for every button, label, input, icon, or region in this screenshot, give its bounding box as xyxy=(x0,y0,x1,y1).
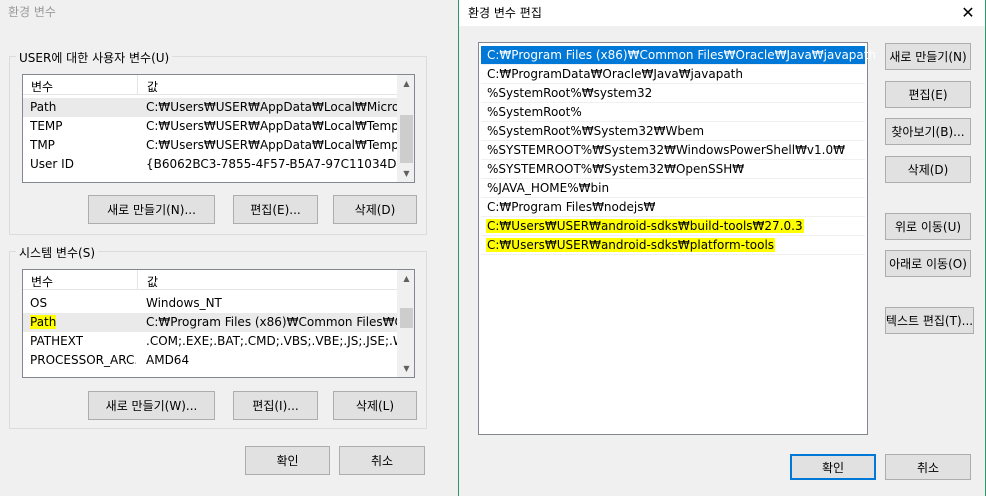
table-row[interactable]: PATHEXT .COM;.EXE;.BAT;.CMD;.VBS;.VBE;.J… xyxy=(23,332,398,351)
var-value: AMD64 xyxy=(146,353,190,367)
user-variables-group: USER에 대한 사용자 변수(U) 변수 값 Path C:₩Users₩US… xyxy=(9,49,427,235)
path-text: %SYSTEMROOT%₩System32₩WindowsPowerShell₩… xyxy=(487,143,845,157)
list-item[interactable]: C:₩ProgramData₩Oracle₩Java₩javapath xyxy=(481,65,865,84)
vertical-scrollbar[interactable]: ▲ ▼ xyxy=(397,75,414,182)
list-item[interactable]: %SystemRoot% xyxy=(481,103,865,122)
list-item[interactable]: %SYSTEMROOT%₩System32₩OpenSSH₩ xyxy=(481,160,865,179)
var-value: C:₩Program Files (x86)₩Common Files₩Or..… xyxy=(146,315,398,329)
column-variable[interactable]: 변수 xyxy=(31,78,53,95)
var-name: OS xyxy=(30,296,48,310)
system-variables-group: 시스템 변수(S) 변수 값 OS Windows_NT Path C:₩Pro… xyxy=(9,244,427,429)
system-new-button[interactable]: 새로 만들기(W)... xyxy=(88,391,215,420)
table-row[interactable]: User ID {B6062BC3-7855-4F57-B5A7-97C1103… xyxy=(23,155,398,174)
title-bar[interactable]: 환경 변수 편집 ✕ xyxy=(459,0,985,26)
var-name: Path xyxy=(30,100,57,114)
list-item[interactable]: C:₩Program Files₩nodejs₩ xyxy=(481,198,865,217)
system-delete-button[interactable]: 삭제(L) xyxy=(333,391,417,420)
user-delete-button[interactable]: 삭제(D) xyxy=(333,195,417,224)
table-row[interactable]: TMP C:₩Users₩USER₩AppData₩Local₩Temp xyxy=(23,136,398,155)
user-variables-list[interactable]: 변수 값 Path C:₩Users₩USER₩AppData₩Local₩Mi… xyxy=(22,74,415,183)
path-text: C:₩Program Files (x86)₩Common Files₩Orac… xyxy=(487,48,877,62)
path-text: %SystemRoot%₩system32 xyxy=(487,86,653,100)
scroll-down-icon[interactable]: ▼ xyxy=(398,360,414,377)
table-row[interactable]: TEMP C:₩Users₩USER₩AppData₩Local₩Temp xyxy=(23,117,398,136)
var-value: .COM;.EXE;.BAT;.CMD;.VBS;.VBE;.JS;.JSE;.… xyxy=(146,334,398,348)
column-value[interactable]: 값 xyxy=(147,273,158,290)
ok-button[interactable]: 확인 xyxy=(245,446,330,475)
list-item[interactable]: %SYSTEMROOT%₩System32₩WindowsPowerShell₩… xyxy=(481,141,865,160)
var-name: TEMP xyxy=(30,119,63,133)
cancel-button[interactable]: 취소 xyxy=(885,454,971,480)
scroll-up-icon[interactable]: ▲ xyxy=(398,270,414,287)
list-item[interactable]: C:₩Program Files (x86)₩Common Files₩Orac… xyxy=(481,46,876,65)
path-text: %SystemRoot%₩System32₩Wbem xyxy=(487,124,705,138)
table-row[interactable]: Path C:₩Program Files (x86)₩Common Files… xyxy=(23,313,398,332)
cancel-button[interactable]: 취소 xyxy=(339,446,425,475)
path-text: C:₩Users₩USER₩android-sdks₩platform-tool… xyxy=(486,238,776,252)
list-item[interactable]: C:₩Users₩USER₩android-sdks₩platform-tool… xyxy=(481,236,865,255)
scroll-thumb[interactable] xyxy=(400,115,413,163)
path-text: %JAVA_HOME%₩bin xyxy=(487,181,610,195)
ok-button[interactable]: 확인 xyxy=(790,454,876,480)
var-value: C:₩Users₩USER₩AppData₩Local₩Microsof... xyxy=(146,100,398,114)
list-item[interactable]: C:₩Users₩USER₩android-sdks₩build-tools₩2… xyxy=(481,217,865,236)
column-divider[interactable] xyxy=(137,270,138,290)
vertical-scrollbar[interactable]: ▲ ▼ xyxy=(397,270,414,377)
path-text: C:₩ProgramData₩Oracle₩Java₩javapath xyxy=(487,67,743,81)
path-text: C:₩Users₩USER₩android-sdks₩build-tools₩2… xyxy=(486,219,804,233)
column-variable[interactable]: 변수 xyxy=(31,273,53,290)
var-name: PROCESSOR_ARC... xyxy=(30,353,136,367)
var-value: C:₩Users₩USER₩AppData₩Local₩Temp xyxy=(146,138,398,152)
system-edit-button[interactable]: 편집(I)... xyxy=(233,391,318,420)
table-row[interactable]: OS Windows_NT xyxy=(23,294,397,313)
browse-button[interactable]: 찾아보기(B)... xyxy=(885,118,971,145)
edit-environment-variable-dialog: 환경 변수 편집 ✕ C:₩Program Files (x86)₩Common… xyxy=(458,0,986,496)
edit-text-button[interactable]: 텍스트 편집(T)... xyxy=(885,307,974,334)
user-edit-button[interactable]: 편집(E)... xyxy=(233,195,318,224)
dialog-title: 환경 변수 편집 xyxy=(468,6,542,20)
scroll-up-icon[interactable]: ▲ xyxy=(398,75,414,92)
list-header: 변수 값 xyxy=(23,75,397,95)
move-up-button[interactable]: 위로 이동(U) xyxy=(885,213,971,240)
delete-button[interactable]: 삭제(D) xyxy=(885,156,971,183)
new-button[interactable]: 새로 만들기(N) xyxy=(885,43,971,70)
path-text: %SystemRoot% xyxy=(487,105,582,119)
move-down-button[interactable]: 아래로 이동(O) xyxy=(885,250,971,277)
system-variables-label: 시스템 변수(S) xyxy=(16,244,98,261)
column-divider[interactable] xyxy=(137,75,138,95)
environment-variables-dialog: 환경 변수 USER에 대한 사용자 변수(U) 변수 값 Path C:₩Us… xyxy=(0,0,458,496)
var-name: TMP xyxy=(30,138,55,152)
var-value: C:₩Users₩USER₩AppData₩Local₩Temp xyxy=(146,119,398,133)
table-row[interactable]: PROCESSOR_ARC... AMD64 xyxy=(23,351,397,370)
table-row[interactable]: Path C:₩Users₩USER₩AppData₩Local₩Microso… xyxy=(23,98,398,117)
var-name: User ID xyxy=(30,157,74,171)
list-item[interactable]: %JAVA_HOME%₩bin xyxy=(481,179,865,198)
dialog-title: 환경 변수 xyxy=(8,5,56,19)
user-variables-label: USER에 대한 사용자 변수(U) xyxy=(16,49,173,66)
var-value: Windows_NT xyxy=(146,296,222,310)
scroll-thumb[interactable] xyxy=(400,308,413,328)
path-text: C:₩Program Files₩nodejs₩ xyxy=(487,200,656,214)
edit-button[interactable]: 편집(E) xyxy=(885,81,971,108)
user-new-button[interactable]: 새로 만들기(N)... xyxy=(88,195,215,224)
system-variables-list[interactable]: 변수 값 OS Windows_NT Path C:₩Program Files… xyxy=(22,269,415,378)
scroll-down-icon[interactable]: ▼ xyxy=(398,165,414,182)
path-text: %SYSTEMROOT%₩System32₩OpenSSH₩ xyxy=(487,162,745,176)
list-item[interactable]: %SystemRoot%₩system32 xyxy=(481,84,865,103)
column-value[interactable]: 값 xyxy=(147,78,158,95)
var-value: {B6062BC3-7855-4F57-B5A7-97C11034D... xyxy=(146,157,398,171)
var-name: Path xyxy=(30,315,57,329)
list-item[interactable]: %SystemRoot%₩System32₩Wbem xyxy=(481,122,865,141)
var-name: PATHEXT xyxy=(30,334,84,348)
close-icon[interactable]: ✕ xyxy=(957,1,979,23)
path-list[interactable]: C:₩Program Files (x86)₩Common Files₩Orac… xyxy=(478,42,876,435)
list-header: 변수 값 xyxy=(23,270,397,290)
